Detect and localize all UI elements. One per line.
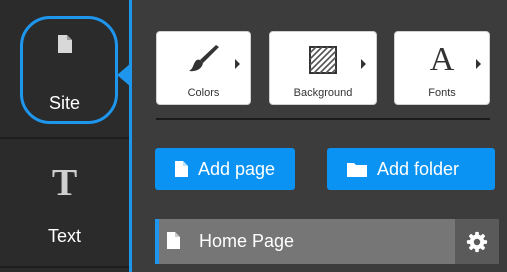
- colors-button[interactable]: Colors: [156, 31, 251, 105]
- page-icon: [175, 161, 188, 177]
- sidebar-item-text[interactable]: T Text: [0, 139, 129, 266]
- add-folder-button[interactable]: Add folder: [327, 148, 495, 190]
- active-pointer-arrow: [117, 63, 131, 87]
- fonts-button[interactable]: A Fonts: [394, 31, 490, 105]
- chevron-right-icon: [476, 59, 481, 69]
- site-panel: Colors Background A Fonts Add page Add f…: [132, 0, 507, 272]
- chevron-right-icon: [235, 59, 240, 69]
- add-page-button[interactable]: Add page: [155, 148, 295, 190]
- add-folder-label: Add folder: [377, 158, 460, 179]
- tool-label: Fonts: [428, 87, 456, 99]
- page-title: Home Page: [199, 231, 295, 251]
- sidebar: Site T Text: [0, 0, 129, 272]
- chevron-right-icon: [361, 59, 366, 69]
- sidebar-divider: [0, 266, 129, 268]
- text-icon: T: [51, 162, 78, 204]
- letter-a-icon: A: [429, 41, 455, 78]
- sidebar-item-label: Text: [47, 226, 81, 246]
- page-icon: [0, 35, 129, 53]
- selected-accent-bar: [155, 219, 159, 264]
- sidebar-item-label: Site: [48, 93, 81, 113]
- app-root: Site T Text Colors Background A Fonts Ad…: [0, 0, 507, 272]
- background-button[interactable]: Background: [269, 31, 377, 105]
- gear-icon[interactable]: [455, 219, 499, 264]
- tool-label: Background: [293, 87, 353, 99]
- page-list-item[interactable]: Home Page: [155, 219, 499, 264]
- page-icon: [167, 232, 180, 254]
- tool-label: Colors: [187, 87, 220, 99]
- add-page-label: Add page: [198, 158, 276, 179]
- section-divider: [156, 118, 490, 120]
- folder-icon: [347, 161, 367, 177]
- sidebar-item-site[interactable]: Site: [0, 0, 129, 137]
